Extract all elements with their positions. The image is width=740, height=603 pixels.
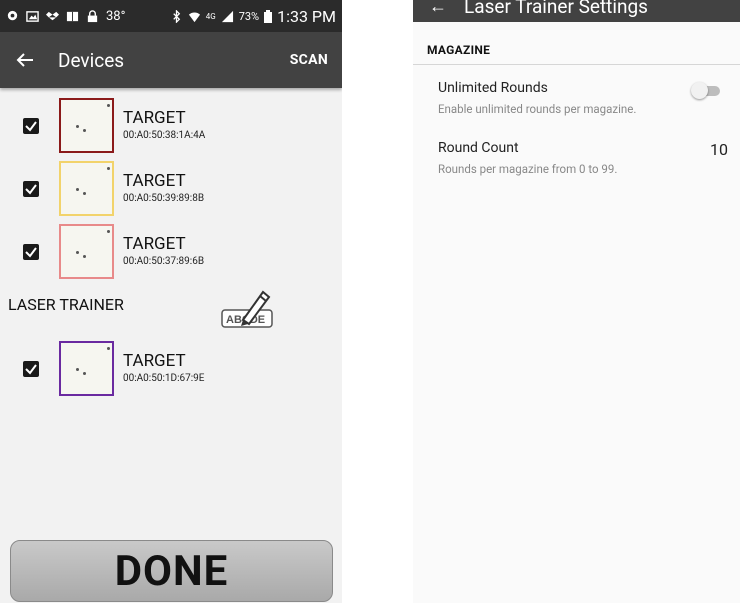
group-label: LASER TRAINER xyxy=(8,295,124,314)
section-header: MAGAZINE xyxy=(427,43,491,57)
toggle-knob xyxy=(691,82,708,99)
device-row[interactable]: TARGET 00:A0:50:39:89:8B xyxy=(0,159,342,219)
round-count-title[interactable]: Round Count xyxy=(438,140,519,156)
checkmark-icon xyxy=(25,121,37,132)
device-row[interactable]: TARGET 00:A0:50:38:1A:4A xyxy=(0,96,342,156)
device-checkbox[interactable] xyxy=(23,361,39,377)
target-thumbnail xyxy=(59,98,114,153)
unlimited-rounds-subtitle: Enable unlimited rounds per magazine. xyxy=(438,102,637,116)
book-icon xyxy=(66,11,79,21)
dropbox-icon xyxy=(46,11,59,20)
device-name: TARGET xyxy=(123,171,186,191)
notification-icons: 38° xyxy=(6,9,125,24)
device-mac-address: 00:A0:50:39:89:8B xyxy=(123,193,205,204)
unlimited-rounds-toggle[interactable] xyxy=(691,82,722,99)
battery-icon xyxy=(264,9,273,23)
app-bar: Devices SCAN xyxy=(0,32,342,88)
devices-screen: 38° 4G 73% 1:33 PM Devices SCAN TARGET 0… xyxy=(0,0,342,603)
section-divider xyxy=(413,64,740,65)
checkmark-icon xyxy=(25,184,37,195)
target-thumbnail xyxy=(59,224,114,279)
scan-button[interactable]: SCAN xyxy=(290,52,328,68)
clock-text: 1:33 PM xyxy=(277,6,336,26)
temperature-text: 38° xyxy=(106,8,126,24)
bluetooth-icon xyxy=(172,9,180,23)
device-name: TARGET xyxy=(123,108,186,128)
device-name: TARGET xyxy=(123,234,186,254)
device-checkbox[interactable] xyxy=(23,118,39,134)
device-row[interactable]: TARGET 00:A0:50:37:89:6B xyxy=(0,222,342,282)
network-type-text: 4G xyxy=(205,11,216,21)
status-bar: 38° 4G 73% 1:33 PM xyxy=(0,0,342,32)
screenshot-root: 38° 4G 73% 1:33 PM Devices SCAN TARGET 0… xyxy=(0,0,740,603)
device-checkbox[interactable] xyxy=(23,181,39,197)
device-row[interactable]: TARGET 00:A0:50:1D:67:9E xyxy=(0,339,342,399)
back-arrow-icon[interactable]: ← xyxy=(429,0,447,17)
target-thumbnail xyxy=(59,341,114,396)
device-mac-address: 00:A0:50:1D:67:9E xyxy=(123,373,205,384)
round-count-subtitle: Rounds per magazine from 0 to 99. xyxy=(438,162,618,176)
back-arrow-icon[interactable] xyxy=(14,49,36,71)
edit-pencil-icon[interactable]: ABCDE xyxy=(221,286,277,330)
done-button[interactable]: DONE xyxy=(10,540,333,602)
settings-screen: ← Laser Trainer Settings MAGAZINE Unlimi… xyxy=(413,0,740,603)
system-icons: 4G 73% 1:33 PM xyxy=(170,7,336,26)
checkmark-icon xyxy=(25,364,37,375)
settings-app-bar: ← Laser Trainer Settings xyxy=(413,0,740,22)
settings-title: Laser Trainer Settings xyxy=(464,0,648,18)
signal-icon xyxy=(221,10,233,22)
round-count-value: 10 xyxy=(710,140,728,159)
wifi-icon xyxy=(188,12,200,22)
device-checkbox[interactable] xyxy=(23,244,39,260)
location-pin-icon xyxy=(7,10,18,20)
page-title: Devices xyxy=(58,48,125,72)
battery-percent-text: 73% xyxy=(238,9,260,23)
device-name: TARGET xyxy=(123,351,186,371)
lock-icon xyxy=(87,9,98,22)
image-icon xyxy=(26,10,39,22)
checkmark-icon xyxy=(25,247,37,258)
target-thumbnail xyxy=(59,161,114,216)
device-mac-address: 00:A0:50:38:1A:4A xyxy=(123,130,206,141)
unlimited-rounds-title[interactable]: Unlimited Rounds xyxy=(438,80,548,96)
device-mac-address: 00:A0:50:37:89:6B xyxy=(123,256,205,267)
